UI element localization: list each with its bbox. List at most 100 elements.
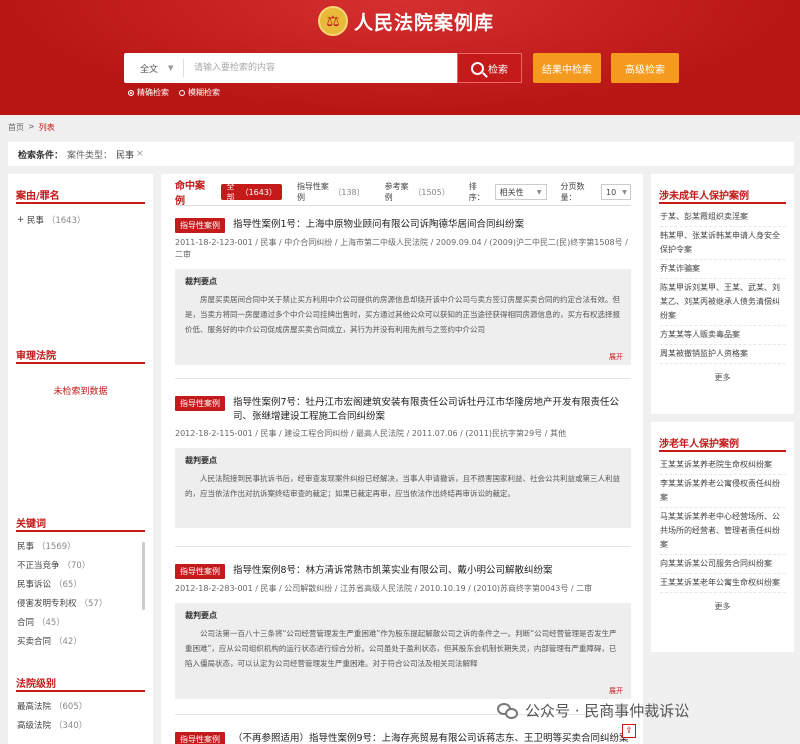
case-item: 指导性案例 指导性案例7号：牡丹江市宏阁建筑安装有限责任公司诉牡丹江市华隆房地产… bbox=[175, 396, 631, 528]
search-scope-label: 全文 bbox=[140, 64, 159, 75]
list-item[interactable]: 陈某甲诉刘某甲、王某、武某、刘某乙、刘某丙被继承人债务清偿纠纷案 bbox=[660, 279, 786, 326]
facet-level-item[interactable]: 最高法院 （605） bbox=[8, 696, 153, 715]
list-item[interactable]: 方某某等人贩卖毒品案 bbox=[660, 326, 786, 345]
condition-label: 检索条件： bbox=[18, 150, 64, 161]
facet-item-civil[interactable]: + 民事 （1643） bbox=[8, 210, 153, 229]
page-size-label: 分页数量： bbox=[560, 182, 585, 202]
expand-link[interactable]: 展开 bbox=[609, 686, 623, 696]
facet-keyword-item[interactable]: 买卖合同 （42） bbox=[8, 631, 153, 650]
search-button[interactable]: 检索 bbox=[457, 53, 522, 83]
case-title[interactable]: （不再参照适用）指导性案例9号：上海存亮贸易有限公司诉蒋志东、王卫明等买卖合同纠… bbox=[233, 732, 629, 744]
facet-keyword-item[interactable]: 侵害发明专利权 （57） bbox=[8, 593, 153, 612]
expand-link[interactable]: 展开 bbox=[609, 352, 623, 362]
breadcrumb-current: 列表 bbox=[38, 123, 55, 132]
results-panel: 命中案例 全部 （1643） 指导性案例 （138） 参考案例 （1505） 排序： … bbox=[161, 174, 643, 744]
case-keypoint-label: 裁判要点 bbox=[185, 277, 217, 286]
tab-count: （1505） bbox=[413, 187, 450, 197]
case-title[interactable]: 指导性案例8号：林方清诉常熟市凯莱实业有限公司、戴小明公司解散纠纷案 bbox=[233, 564, 553, 578]
facet-item-count: （57） bbox=[79, 598, 108, 609]
facet-sidebar: 案由/罪名 + 民事 （1643） 审理法院 未检索到数据 关键词 民事 （156… bbox=[8, 174, 153, 744]
site-header: ⚖ 人民法院案例库 全文 ▼ 检索 结果中检索 高级检索 精确检索 模糊检索 bbox=[0, 0, 800, 115]
expand-plus-icon[interactable]: + bbox=[17, 215, 24, 225]
facet-item-count: （65） bbox=[54, 579, 82, 590]
tab-count: （1643） bbox=[240, 187, 277, 197]
facet-item-label: 民事 bbox=[17, 541, 35, 552]
case-title[interactable]: 指导性案例7号：牡丹江市宏阁建筑安装有限责任公司诉牡丹江市华隆房地产开发有限责任… bbox=[233, 396, 631, 424]
more-link[interactable]: 更多 bbox=[651, 372, 794, 383]
exact-search-label: 精确检索 bbox=[137, 88, 169, 97]
case-type-badge: 指导性案例 bbox=[175, 732, 225, 744]
facet-keyword-item[interactable]: 合同 （45） bbox=[8, 612, 153, 631]
search-button-label: 检索 bbox=[488, 64, 508, 76]
list-item[interactable]: 向某某诉某公司服务合同纠纷案 bbox=[660, 555, 786, 574]
results-toolbar: 命中案例 全部 （1643） 指导性案例 （138） 参考案例 （1505） 排序： … bbox=[175, 181, 631, 207]
fuzzy-search-radio[interactable]: 模糊检索 bbox=[179, 87, 220, 98]
case-summary: 裁判要点 房屋买卖居间合同中关于禁止买方利用中介公司提供的房源信息却绕开该中介公… bbox=[175, 269, 631, 365]
divider bbox=[175, 546, 631, 547]
case-keypoint-label: 裁判要点 bbox=[185, 456, 217, 465]
keyword-scrollbar[interactable] bbox=[142, 542, 145, 610]
facet-keyword-item[interactable]: 民事 （1569） bbox=[8, 536, 153, 555]
facet-item-count: （605） bbox=[54, 701, 88, 712]
site-logo[interactable]: ⚖ 人民法院案例库 bbox=[318, 6, 494, 36]
facet-item-count: （45） bbox=[37, 617, 65, 628]
tab-guiding-cases[interactable]: 指导性案例 （138） bbox=[292, 182, 370, 202]
facet-item-label: 侵害发明专利权 bbox=[17, 598, 77, 609]
facet-item-label: 不正当竞争 bbox=[17, 560, 60, 571]
breadcrumb-home[interactable]: 首页 bbox=[8, 122, 24, 133]
case-summary-text: 人民法院接到民事抗诉书后，经审查发现案件纠纷已经解决，当事人申请撤诉，且不损害国… bbox=[185, 474, 620, 498]
back-to-top-icon[interactable]: ⇪ bbox=[622, 724, 636, 738]
tab-label: 指导性案例 bbox=[296, 182, 329, 202]
breadcrumb: 首页 > 列表 bbox=[8, 122, 55, 133]
exact-search-radio[interactable]: 精确检索 bbox=[128, 87, 169, 98]
minor-case-list: 于某、彭某霞组织卖淫案 韩某甲、张某诉韩某申请人身安全保护令案 乔某诈骗案 陈某… bbox=[651, 204, 794, 364]
page-size-select[interactable]: 10 ▼ bbox=[601, 184, 631, 200]
search-mode-group: 精确检索 模糊检索 bbox=[128, 87, 220, 98]
remove-condition-icon[interactable]: × bbox=[136, 149, 144, 159]
facet-keyword-item[interactable]: 不正当竞争 （70） bbox=[8, 555, 153, 574]
search-in-results-button[interactable]: 结果中检索 bbox=[533, 53, 601, 83]
tab-count: （138） bbox=[333, 187, 365, 197]
facet-item-label: 买卖合同 bbox=[17, 636, 52, 647]
facet-item-label: 民事 bbox=[26, 215, 44, 226]
case-title-row[interactable]: 指导性案例 指导性案例7号：牡丹江市宏阁建筑安装有限责任公司诉牡丹江市华隆房地产… bbox=[175, 396, 631, 424]
list-item[interactable]: 王某某诉某老年公寓生命权纠纷案 bbox=[660, 574, 786, 593]
tab-label: 全部 bbox=[226, 182, 235, 202]
list-item[interactable]: 李某某诉某养老公寓侵权责任纠纷案 bbox=[660, 475, 786, 508]
facet-level-item[interactable]: 高级法院 （340） bbox=[8, 715, 153, 734]
more-link[interactable]: 更多 bbox=[651, 601, 794, 612]
list-item[interactable]: 周某被撤销监护人资格案 bbox=[660, 345, 786, 364]
search-input[interactable] bbox=[184, 54, 457, 82]
case-meta: 2012-18-2-115-001 / 民事 / 建设工程合同纠纷 / 最高人民… bbox=[175, 429, 566, 438]
condition-type-label: 案件类型： bbox=[67, 150, 113, 161]
list-item[interactable]: 乔某诈骗案 bbox=[660, 260, 786, 279]
case-title-row[interactable]: 指导性案例 指导性案例8号：林方清诉常熟市凯莱实业有限公司、戴小明公司解散纠纷案 bbox=[175, 564, 631, 579]
list-item[interactable]: 韩某甲、张某诉韩某申请人身安全保护令案 bbox=[660, 227, 786, 260]
elder-panel-title: 涉老年人保护案例 bbox=[659, 430, 786, 452]
facet-court-level-title: 法院级别 bbox=[16, 670, 145, 692]
tab-all[interactable]: 全部 （1643） bbox=[221, 182, 282, 202]
facet-keyword-item[interactable]: 民事诉讼 （65） bbox=[8, 574, 153, 593]
case-title-row[interactable]: 指导性案例 指导性案例1号：上海中原物业顾问有限公司诉陶德华居间合同纠纷案 bbox=[175, 218, 631, 233]
case-title-row[interactable]: 指导性案例 （不再参照适用）指导性案例9号：上海存亮贸易有限公司诉蒋志东、王卫明… bbox=[175, 732, 631, 744]
facet-item-label: 最高法院 bbox=[17, 701, 52, 712]
sort-select[interactable]: 相关性 ▼ bbox=[494, 184, 547, 200]
case-meta: 2011-18-2-123-001 / 民事 / 中介合同纠纷 / 上海市第二中… bbox=[175, 238, 628, 259]
list-item[interactable]: 王某某诉某养老院生命权纠纷案 bbox=[660, 456, 786, 475]
facet-keywords: 关键词 民事 （1569） 不正当竞争 （70） 民事诉讼 （65） 侵害发明专利权（… bbox=[8, 510, 153, 650]
facet-court-title: 审理法院 bbox=[16, 342, 145, 364]
list-item[interactable]: 于某、彭某霞组织卖淫案 bbox=[660, 208, 786, 227]
facet-item-count: （70） bbox=[62, 560, 91, 571]
case-summary: 裁判要点 人民法院接到民事抗诉书后，经审查发现案件纠纷已经解决，当事人申请撤诉，… bbox=[175, 448, 631, 528]
facet-keywords-title: 关键词 bbox=[16, 510, 145, 532]
advanced-search-button[interactable]: 高级检索 bbox=[611, 53, 679, 83]
list-item[interactable]: 马某某诉某养老中心经营场所、公共场所的经营者、管理者责任纠纷案 bbox=[660, 508, 786, 555]
search-condition-bar: 检索条件： 案件类型： 民事 × bbox=[8, 142, 794, 166]
tab-reference-cases[interactable]: 参考案例 （1505） bbox=[380, 182, 455, 202]
radio-checked-icon bbox=[128, 89, 134, 96]
case-keypoint-label: 裁判要点 bbox=[185, 611, 217, 620]
facet-cause-title: 案由/罪名 bbox=[16, 182, 145, 204]
sort-label: 排序： bbox=[468, 182, 485, 202]
case-title[interactable]: 指导性案例1号：上海中原物业顾问有限公司诉陶德华居间合同纠纷案 bbox=[233, 218, 524, 232]
search-scope-select[interactable]: 全文 ▼ bbox=[124, 59, 184, 77]
